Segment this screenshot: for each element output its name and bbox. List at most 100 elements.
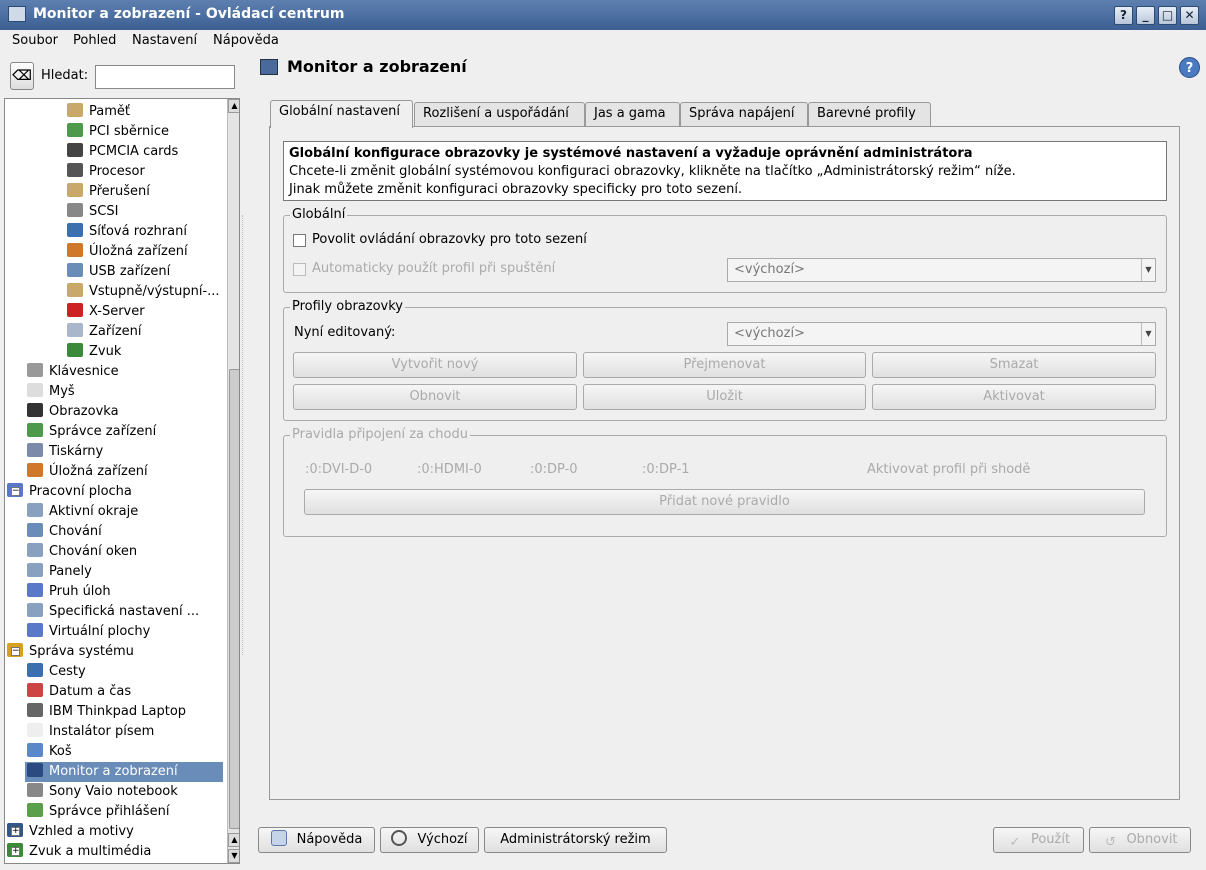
search-input[interactable] (95, 65, 235, 89)
tree-item[interactable]: Aktivní okraje (25, 502, 223, 522)
tree-item[interactable]: Přerušení (65, 182, 223, 202)
tree-item[interactable]: SCSI (65, 202, 223, 222)
tree-item[interactable]: Procesor (65, 162, 223, 182)
close-button[interactable]: ✕ (1180, 6, 1199, 25)
help-button[interactable]: Nápověda (258, 827, 375, 853)
tree-item-label: IBM Thinkpad Laptop (49, 704, 187, 719)
font-installer-icon (27, 723, 43, 737)
help-icon[interactable]: ? (1179, 57, 1200, 78)
tree-item[interactable]: Správce přihlášení (25, 802, 223, 822)
tree-item-label: Správce přihlášení (49, 804, 170, 819)
tree-item-label: USB zařízení (89, 264, 171, 279)
tab-brightness-gamma[interactable]: Jas a gama (585, 102, 680, 126)
tree-item-label: Pracovní plocha (29, 484, 132, 499)
printer-icon (27, 443, 43, 457)
collapse-icon[interactable]: − (11, 647, 20, 656)
tree-item[interactable]: Vstupně/výstupní-... (65, 282, 223, 302)
tree-item[interactable]: Pruh úloh (25, 582, 223, 602)
tree-item[interactable]: Specifická nastavení ... (25, 602, 223, 622)
admin-mode-button[interactable]: Administrátorský režim (484, 827, 667, 853)
delete-profile-button[interactable]: Smazat (872, 352, 1156, 378)
activate-profile-button[interactable]: Aktivovat (872, 384, 1156, 410)
tree-item[interactable]: Instalátor písem (25, 722, 223, 742)
tree-item[interactable]: Koš (25, 742, 223, 762)
scroll-up-icon[interactable]: ▲ (228, 99, 239, 113)
tree-item[interactable]: Cesty (25, 662, 223, 682)
help-window-button[interactable]: ? (1114, 6, 1133, 25)
minimize-button[interactable]: _ (1136, 6, 1155, 25)
monitor-icon (260, 59, 278, 75)
menu-settings[interactable]: Nastavení (132, 33, 197, 48)
tree-item[interactable]: Sony Vaio notebook (25, 782, 223, 802)
io-icon (67, 283, 83, 297)
tab-global-settings[interactable]: Globální nastavení (270, 100, 413, 128)
reset-button[interactable]: ↺ Obnovit (1089, 827, 1191, 853)
devices-icon (67, 323, 83, 337)
tree-item-label: Datum a čas (49, 684, 132, 699)
collapse-icon[interactable]: − (11, 487, 20, 496)
menu-view[interactable]: Pohled (73, 33, 116, 48)
tree-item[interactable]: X-Server (65, 302, 223, 322)
tree-item-label: Zvuk a multimédia (29, 844, 152, 859)
tab-power-management[interactable]: Správa napájení (680, 102, 808, 126)
tree-item[interactable]: Obrazovka (25, 402, 223, 422)
specific-settings-icon (27, 603, 43, 617)
tree-item[interactable]: Panely (25, 562, 223, 582)
expand-icon[interactable]: + (11, 847, 20, 856)
menu-help[interactable]: Nápověda (213, 33, 279, 48)
maximize-button[interactable]: □ (1158, 6, 1177, 25)
create-profile-button[interactable]: Vytvořit nový (293, 352, 577, 378)
tree-item[interactable]: Datum a čas (25, 682, 223, 702)
tree-item-label: PCMCIA cards (89, 144, 179, 159)
tree-item-label: Zařízení (89, 324, 142, 339)
session-control-checkbox[interactable] (293, 234, 306, 247)
tree-item-label: Sony Vaio notebook (49, 784, 178, 799)
tree-item[interactable]: Chování oken (25, 542, 223, 562)
tree-item[interactable]: PCMCIA cards (65, 142, 223, 162)
expand-icon[interactable]: + (11, 827, 20, 836)
tree-item[interactable]: Správa systému (5, 642, 223, 662)
tree-item[interactable]: Zvuk (65, 342, 223, 362)
clear-search-button[interactable]: ⌫ (10, 62, 34, 90)
splitter-handle[interactable] (242, 215, 245, 655)
tree-scrollbar[interactable]: ▲ ▲ ▼ (227, 99, 239, 863)
tree-item[interactable]: Síťová rozhraní (65, 222, 223, 242)
tree-item[interactable]: USB zařízení (65, 262, 223, 282)
tab-color-profiles[interactable]: Barevné profily (808, 102, 931, 126)
editing-profile-select: <výchozí> ▼ (727, 322, 1156, 346)
output-dp1-label: :0:DP-1 (642, 462, 690, 477)
tree-item[interactable]: Monitor a zobrazení (25, 762, 223, 782)
network-icon (67, 223, 83, 237)
scroll-down-icon[interactable]: ▼ (228, 849, 239, 863)
tree-item[interactable]: Klávesnice (25, 362, 223, 382)
tree-item[interactable]: Tiskárny (25, 442, 223, 462)
defaults-button[interactable]: Výchozí (380, 827, 479, 853)
scroll-up-icon[interactable]: ▲ (228, 833, 239, 847)
tree-item[interactable]: Myš (25, 382, 223, 402)
add-rule-button[interactable]: Přidat nové pravidlo (304, 489, 1145, 515)
window-behavior-icon (27, 543, 43, 557)
save-profile-button[interactable]: Uložit (583, 384, 866, 410)
tree-item[interactable]: IBM Thinkpad Laptop (25, 702, 223, 722)
tree-item[interactable]: Paměť (65, 102, 223, 122)
rename-profile-button[interactable]: Přejmenovat (583, 352, 866, 378)
tree-item[interactable]: Správce zařízení (25, 422, 223, 442)
tree-item[interactable]: Zvuk a multimédia (5, 842, 223, 862)
scroll-thumb[interactable] (229, 369, 239, 829)
tree-item[interactable]: Úložná zařízení (25, 462, 223, 482)
reload-profile-button[interactable]: Obnovit (293, 384, 577, 410)
menu-file[interactable]: Soubor (12, 33, 58, 48)
tab-resolution[interactable]: Rozlišení a uspořádání (414, 102, 585, 126)
tree-item[interactable]: Zařízení (65, 322, 223, 342)
tree-item[interactable]: Úložná zařízení (65, 242, 223, 262)
tree-item[interactable]: Vzhled a motivy (5, 822, 223, 842)
tree-item-label: Specifická nastavení ... (49, 604, 200, 619)
tree-item[interactable]: Virtuální plochy (25, 622, 223, 642)
tree-item-label: Virtuální plochy (49, 624, 151, 639)
tree-item[interactable]: Pracovní plocha (5, 482, 223, 502)
login-manager-icon (27, 803, 43, 817)
help-book-icon (270, 830, 287, 846)
tree-item[interactable]: Chování (25, 522, 223, 542)
tree-item[interactable]: PCI sběrnice (65, 122, 223, 142)
apply-button[interactable]: ✓ Použít (993, 827, 1084, 853)
